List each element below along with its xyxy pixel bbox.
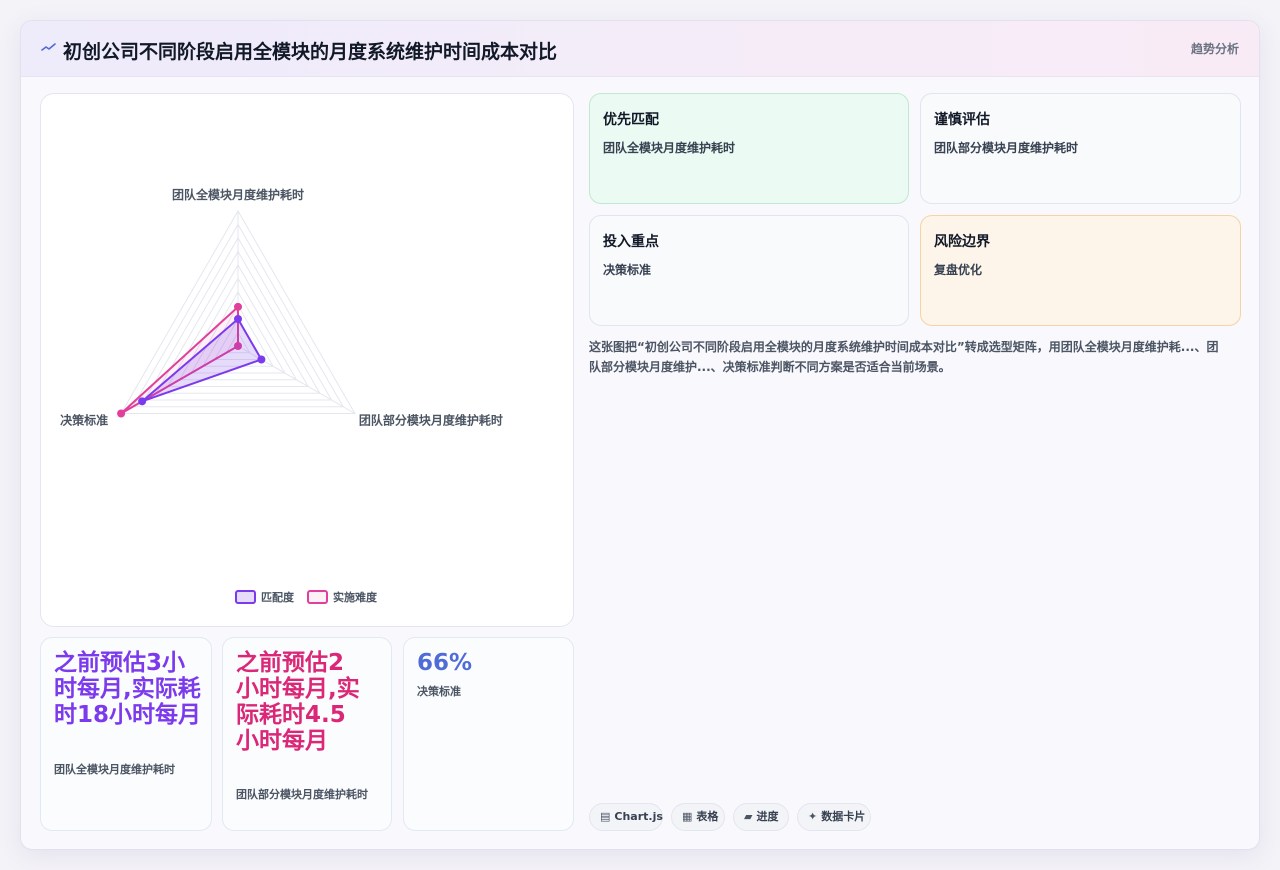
chip-label: 数据卡片: [821, 810, 866, 823]
card-priority-match[interactable]: 优先匹配 团队全模块月度维护耗时: [589, 93, 909, 204]
card-subtitle: 决策标准: [603, 263, 652, 277]
radar-data-point: [234, 302, 242, 311]
card-subtitle: 团队全模块月度维护耗时: [603, 141, 736, 155]
card-investment-focus[interactable]: 投入重点 决策标准: [589, 215, 909, 326]
dashboard-window: 初创公司不同阶段启用全模块的月度系统维护时间成本对比 趋势分析 团队全模块月度维…: [20, 20, 1260, 850]
trend-icon: [41, 43, 56, 51]
stat-value: 之前预估2小时每月,实际耗时4.5小时每月: [236, 650, 360, 754]
radar-data-point: [234, 315, 242, 323]
stat-card-full-module: 之前预估3小时每月,实际耗时18小时每月 团队全模块月度维护耗时: [40, 637, 212, 831]
header-bar: 初创公司不同阶段启用全模块的月度系统维护时间成本对比 趋势分析: [21, 21, 1259, 77]
legend-label: 实施难度: [333, 590, 378, 604]
radar-axis-label: 团队全模块月度维护耗时: [172, 187, 304, 202]
radar-chart-panel: 团队全模块月度维护耗时团队部分模块月度维护耗时 决策标准匹配度 实施难度: [40, 93, 574, 627]
stat-label: 团队部分模块月度维护耗时: [236, 788, 368, 801]
chip-label: 表格: [696, 810, 719, 823]
stat-label: 团队全模块月度维护耗时: [54, 763, 175, 776]
chip-progress[interactable]: ▰ 进度: [733, 803, 789, 831]
legend-swatch: [307, 590, 328, 604]
page-title: 初创公司不同阶段启用全模块的月度系统维护时间成本对比: [63, 41, 558, 63]
card-title: 优先匹配: [603, 112, 659, 128]
card-title: 投入重点: [603, 234, 659, 250]
progress-icon: ▰: [744, 810, 753, 823]
radar-chart: 团队全模块月度维护耗时团队部分模块月度维护耗时 决策标准匹配度 实施难度: [60, 187, 503, 604]
stat-value: 之前预估3小时每月,实际耗时18小时每月: [54, 650, 202, 728]
card-risk-boundary[interactable]: 风险边界 复盘优化: [920, 215, 1241, 326]
stat-card-decision: 66% 决策标准: [403, 637, 574, 831]
trend-analysis-link[interactable]: 趋势分析: [1191, 40, 1239, 57]
chip-chartjs[interactable]: ▤ Chart.js: [589, 803, 663, 831]
chip-label: Chart.js: [614, 810, 663, 823]
legend-label: 匹配度: [261, 590, 295, 604]
card-title: 谨慎评估: [934, 112, 990, 128]
card-title: 风险边界: [934, 234, 990, 250]
radar-data-point: [257, 355, 266, 364]
radar-data-point: [138, 397, 147, 406]
legend-swatch: [235, 590, 256, 604]
radar-data-point: [117, 409, 126, 418]
stat-label: 决策标准: [417, 685, 461, 698]
radar-axis-label: 团队部分模块月度维护耗时: [359, 413, 503, 428]
card-subtitle: 团队部分模块月度维护耗时: [934, 141, 1079, 155]
stat-card-partial-module: 之前预估2小时每月,实际耗时4.5小时每月 团队部分模块月度维护耗时: [222, 637, 392, 831]
chip-data-card[interactable]: ✦ 数据卡片: [797, 803, 871, 831]
chart-description: 这张图把“初创公司不同阶段启用全模块的月度系统维护时间成本对比”转成选型矩阵，用…: [589, 340, 1219, 374]
card-subtitle: 复盘优化: [934, 263, 983, 277]
stat-value: 66%: [417, 650, 473, 676]
chip-table[interactable]: ▦ 表格: [671, 803, 725, 831]
chip-label: 进度: [756, 810, 779, 823]
table-icon: ▦: [682, 810, 693, 823]
radar-axis-label: 决策标准: [60, 413, 108, 428]
sparkle-icon: ✦: [808, 810, 818, 823]
chart-icon: ▤: [600, 810, 611, 823]
card-careful-evaluation[interactable]: 谨慎评估 团队部分模块月度维护耗时: [920, 93, 1241, 204]
